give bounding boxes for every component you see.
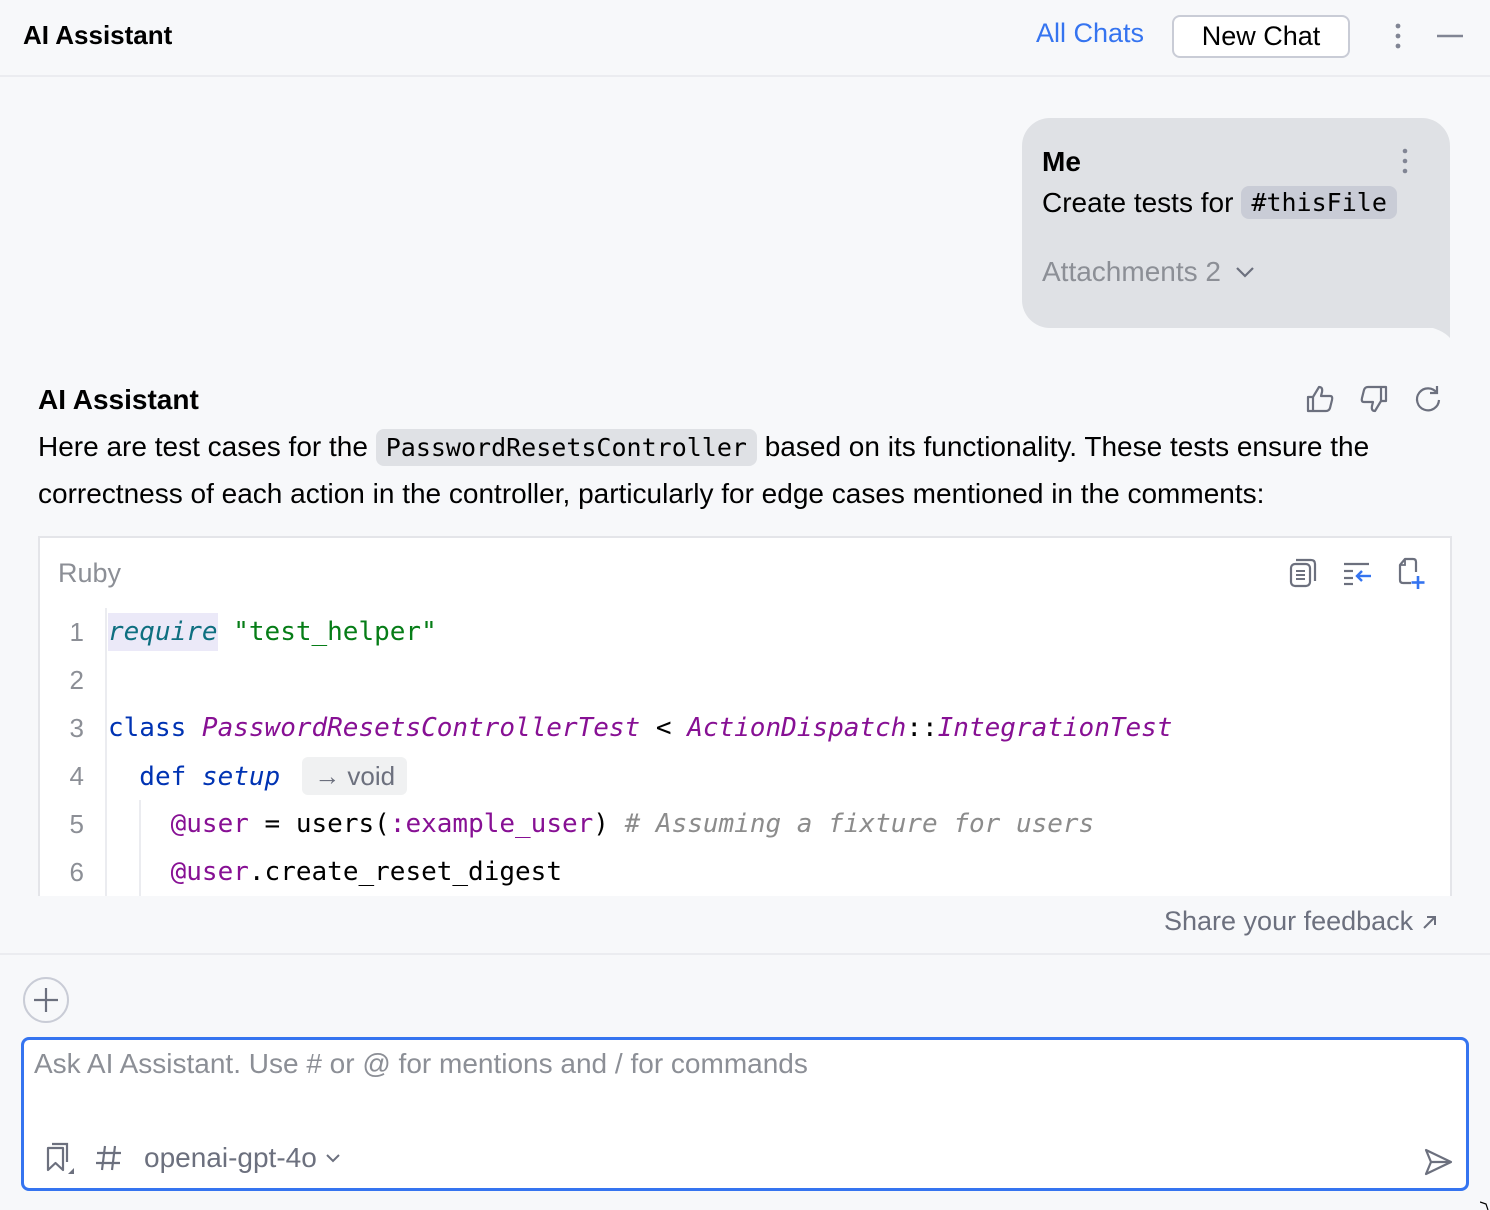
header: AI Assistant All Chats New Chat: [0, 0, 1490, 77]
code-token: IntegrationTest: [937, 713, 1173, 743]
line-number: 3: [69, 712, 84, 743]
code-token: <: [640, 713, 688, 743]
chevron-down-icon: [326, 1154, 340, 1163]
insert-at-caret-icon[interactable]: [1340, 556, 1374, 590]
thumbs-down-icon[interactable]: [1358, 382, 1390, 416]
chat-input[interactable]: [34, 1048, 1414, 1128]
line-number: 4: [69, 760, 84, 791]
plus-icon: [34, 988, 58, 1012]
code-toolbar: [1286, 556, 1428, 590]
ai-text-before: Here are test cases for the: [38, 431, 376, 462]
thumbs-up-icon[interactable]: [1304, 382, 1336, 416]
inlay-type-hint: → void: [302, 756, 408, 795]
message-author: Me: [1042, 146, 1081, 177]
all-chats-link[interactable]: All Chats: [1036, 18, 1144, 49]
line-number: 1: [69, 616, 84, 647]
add-context-button[interactable]: [23, 977, 69, 1023]
code-line: 5 @user = users(:example_user) # Assumin…: [40, 800, 1450, 848]
code-line: 6 @user.create_reset_digest: [40, 848, 1450, 896]
user-message-bubble: Me Create tests for #thisFile Attachment…: [1022, 118, 1450, 338]
code-text: @user.create_reset_digest: [108, 857, 562, 887]
code-line: 3 class PasswordResetsControllerTest < Ac…: [40, 704, 1450, 752]
code-line: 2: [40, 656, 1450, 704]
code-line: 4 def setup → void: [40, 752, 1450, 800]
code-block: Ruby 1 require "test_helper" 2 3 class Passw…: [38, 536, 1452, 896]
attachments-label: Attachments 2: [1042, 256, 1221, 287]
code-token: ActionDispatch: [687, 713, 907, 743]
code-token: def: [108, 761, 202, 792]
code-token: setup: [201, 761, 281, 792]
code-token: # Assuming a fixture for users: [624, 809, 1095, 839]
input-footer: openai-gpt-4o: [44, 1140, 341, 1176]
message-options-icon[interactable]: [1395, 146, 1415, 178]
code-token: @user: [170, 809, 249, 839]
ai-message-author: AI Assistant: [38, 384, 199, 415]
file-mention-chip[interactable]: #thisFile: [1241, 186, 1397, 219]
minimize-icon[interactable]: [1434, 20, 1466, 54]
share-feedback-label: Share your feedback: [1164, 906, 1414, 936]
inline-code: PasswordResetsController: [375, 429, 757, 466]
mention-hash-icon[interactable]: [92, 1140, 126, 1176]
message-text: Create tests for #thisFile: [1042, 186, 1397, 219]
model-selector[interactable]: openai-gpt-4o: [144, 1142, 341, 1174]
panel-title: AI Assistant: [23, 20, 173, 50]
share-feedback-link[interactable]: Share your feedback: [1164, 906, 1439, 937]
message-body: Create tests for: [1042, 186, 1234, 218]
external-link-icon: [1423, 915, 1437, 929]
code-text: def setup → void: [108, 756, 408, 795]
code-text: @user = users(:example_user) # Assuming …: [108, 809, 1095, 839]
code-line: 1 require "test_helper": [40, 608, 1450, 656]
line-number: 6: [69, 856, 84, 887]
line-number: 2: [69, 664, 84, 695]
line-number: 5: [69, 808, 84, 839]
code-token: ::: [906, 713, 938, 743]
chevron-down-icon: [1236, 267, 1254, 278]
copy-icon[interactable]: [1286, 556, 1320, 590]
chat-input-container: openai-gpt-4o: [21, 1037, 1469, 1191]
model-name: openai-gpt-4o: [144, 1142, 317, 1173]
send-button[interactable]: [1420, 1144, 1456, 1180]
code-token: ): [593, 809, 625, 839]
code-token: "test_helper": [233, 617, 437, 647]
bubble-tail: [1424, 326, 1450, 338]
code-token: @user: [170, 857, 249, 887]
ai-message-text: Here are test cases for the PasswordRese…: [38, 424, 1458, 517]
new-chat-button[interactable]: New Chat: [1172, 15, 1350, 58]
code-text: require "test_helper": [108, 613, 437, 651]
code-language-label: Ruby: [58, 558, 122, 588]
prompt-library-icon[interactable]: [44, 1140, 78, 1176]
code-lines: 1 require "test_helper" 2 3 class PasswordRe…: [40, 608, 1450, 896]
input-divider: [0, 953, 1490, 955]
send-icon: [1424, 1148, 1453, 1176]
code-text: class PasswordResetsControllerTest < Act…: [108, 713, 1172, 743]
code-token: class: [108, 713, 202, 743]
attachments-toggle[interactable]: Attachments 2: [1042, 256, 1255, 288]
response-actions: [1304, 382, 1444, 416]
code-token: .create_reset_digest: [248, 857, 562, 887]
code-token: PasswordResetsControllerTest: [201, 713, 641, 743]
code-token: = users(: [248, 809, 390, 839]
code-token: require: [108, 613, 218, 651]
resize-handle-icon[interactable]: [1480, 1200, 1490, 1210]
code-token: :example_user: [389, 809, 594, 839]
new-file-icon[interactable]: [1394, 556, 1428, 590]
regenerate-icon[interactable]: [1412, 382, 1444, 416]
more-options-icon[interactable]: [1386, 20, 1410, 54]
